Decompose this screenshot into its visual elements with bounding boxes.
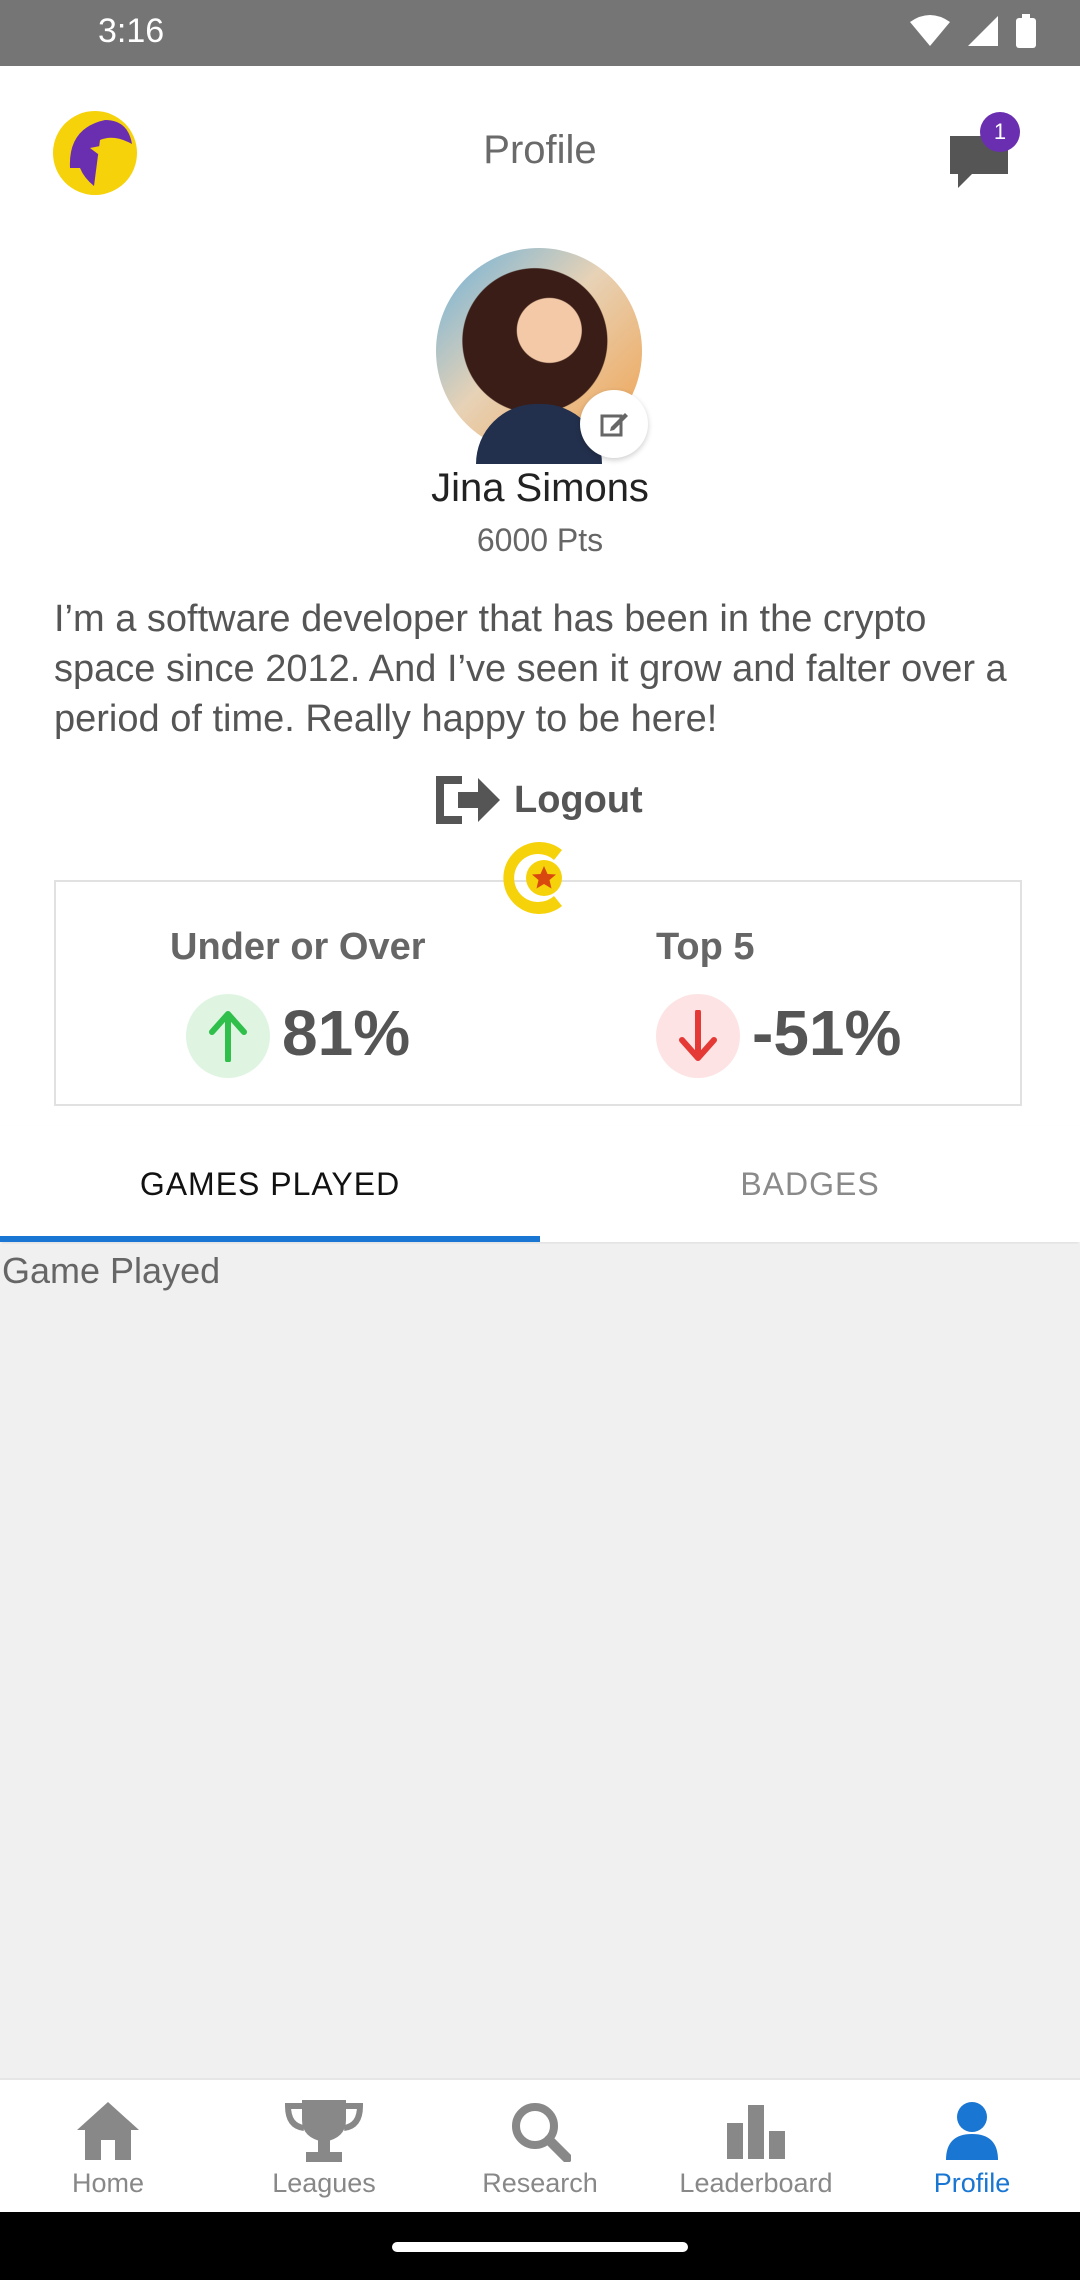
games-played-panel: [0, 1244, 1080, 2078]
profile-points: 6000 Pts: [476, 522, 604, 558]
games-played-label: Game Played: [2, 1250, 221, 1291]
tab-indicator: [0, 1236, 540, 1242]
stat-under-over-title: Under or Over: [170, 926, 426, 968]
notification-badge: 1: [980, 112, 1020, 152]
nav-research[interactable]: Research: [432, 2080, 648, 2214]
logout-label: Logout: [514, 778, 643, 821]
nav-research-label: Research: [482, 2168, 598, 2198]
status-icons: [910, 14, 1036, 48]
stat-under-over-value: 81%: [282, 997, 411, 1069]
search-icon: [512, 2103, 571, 2162]
bottom-nav: Home Leagues Research Leaderboard Profil…: [0, 2078, 1080, 2214]
bar-chart-icon: [727, 2105, 785, 2159]
stat-top5-value: -51%: [752, 997, 902, 1069]
arrow-up-icon: [209, 1011, 247, 1062]
edit-avatar-button[interactable]: [580, 390, 648, 458]
stat-top5-title: Top 5: [656, 926, 755, 968]
trophy-icon: [284, 2100, 364, 2162]
nav-leagues-label: Leagues: [272, 2168, 376, 2198]
battery-icon: [1016, 14, 1036, 48]
arrow-down-icon: [679, 1010, 717, 1061]
logout-icon: [436, 776, 500, 824]
status-time: 3:16: [98, 12, 165, 50]
stat-down-indicator: [656, 994, 740, 1078]
nav-leagues[interactable]: Leagues: [216, 2080, 432, 2214]
edit-icon: [600, 413, 628, 437]
profile-name: Jina Simons: [431, 466, 649, 510]
nav-home[interactable]: Home: [0, 2080, 216, 2214]
profile-bio: I’m a software developer that has been i…: [54, 598, 1007, 740]
stat-up-indicator: [186, 994, 270, 1078]
nav-leaderboard[interactable]: Leaderboard: [648, 2080, 864, 2214]
tab-games-played[interactable]: GAMES PLAYED: [0, 1126, 540, 1242]
coin-star-icon: [503, 842, 562, 914]
home-icon: [77, 2102, 139, 2160]
nav-leaderboard-label: Leaderboard: [679, 2168, 833, 2198]
logout-button[interactable]: Logout: [432, 772, 643, 828]
nav-profile[interactable]: Profile: [864, 2080, 1080, 2214]
person-icon: [946, 2102, 998, 2160]
page-title: Profile: [483, 128, 597, 172]
tab-badges[interactable]: BADGES: [540, 1126, 1080, 1242]
signal-icon: [968, 16, 998, 46]
nav-home-label: Home: [71, 2168, 145, 2198]
home-gesture-bar[interactable]: [392, 2242, 688, 2252]
nav-profile-label: Profile: [933, 2168, 1011, 2198]
wifi-icon: [910, 15, 950, 46]
tab-bar: GAMES PLAYED BADGES: [0, 1126, 1080, 1242]
